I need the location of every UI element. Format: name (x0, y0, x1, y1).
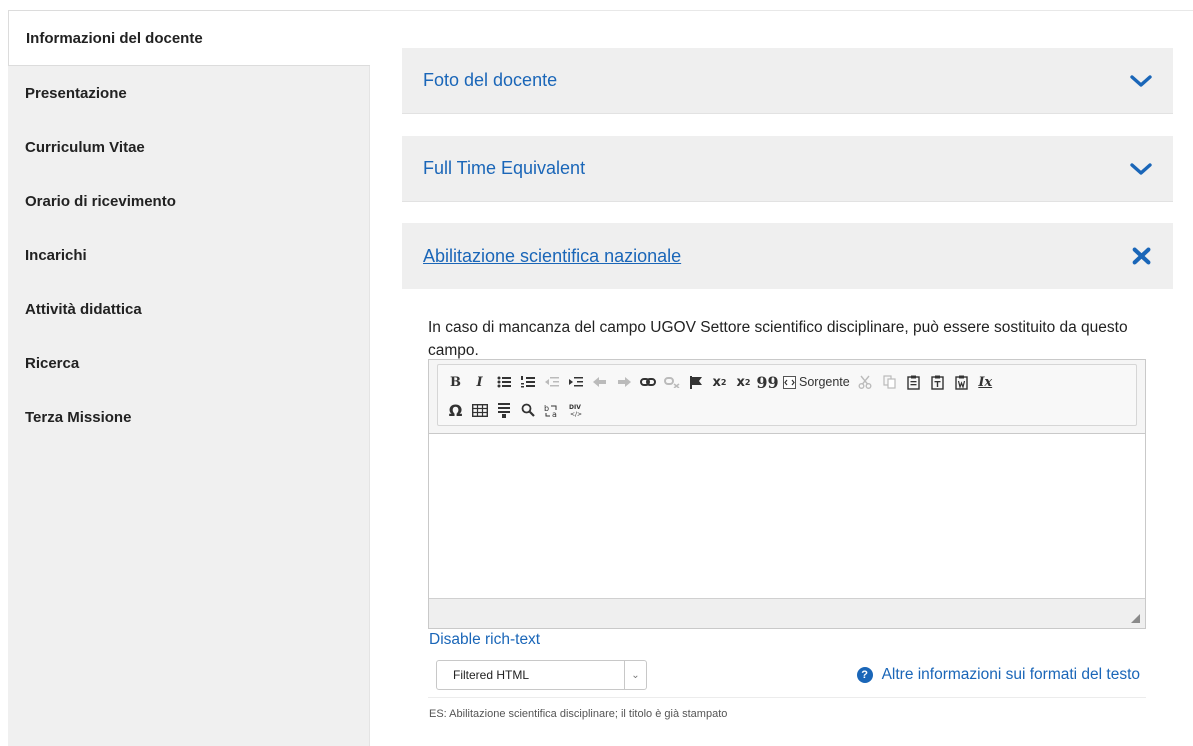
text-format-row: Filtered HTML ⌄ ? Altre informazioni sui… (428, 654, 1146, 698)
remove-format-icon[interactable]: Ix (974, 370, 997, 394)
copy-icon[interactable] (878, 370, 901, 394)
sidebar-item-terza-missione[interactable]: Terza Missione (8, 390, 369, 444)
special-char-omega-icon[interactable]: Ω (444, 398, 467, 422)
div-container-icon[interactable]: DIV </> (564, 398, 587, 422)
redo-icon[interactable] (612, 370, 635, 394)
source-icon (783, 375, 796, 389)
paste-icon[interactable] (902, 370, 925, 394)
panel-foto-docente-header[interactable]: Foto del docente (402, 48, 1173, 114)
replace-icon[interactable]: ba (540, 398, 563, 422)
resize-handle-icon[interactable] (1131, 614, 1140, 623)
paste-text-icon[interactable] (926, 370, 949, 394)
editor-statusbar (429, 598, 1145, 628)
sidebar-item-incarichi[interactable]: Incarichi (8, 228, 369, 282)
italic-button[interactable]: I (468, 370, 491, 394)
remove-format-label: Ix (978, 374, 993, 390)
text-format-selected: Filtered HTML (453, 668, 530, 682)
sidebar-item-ricerca[interactable]: Ricerca (8, 336, 369, 390)
panel-full-time-equivalent-header[interactable]: Full Time Equivalent (402, 136, 1173, 202)
sidebar-item-attivita-didattica[interactable]: Attività didattica (8, 282, 369, 336)
source-button[interactable]: Sorgente (780, 370, 853, 394)
close-icon[interactable] (1131, 246, 1153, 266)
svg-text:b: b (544, 404, 549, 413)
field-help-text: In caso di mancanza del campo UGOV Setto… (428, 319, 1128, 359)
find-search-icon[interactable] (516, 398, 539, 422)
numbered-list-icon[interactable] (516, 370, 539, 394)
chevron-down-icon[interactable] (1129, 161, 1153, 177)
sidebar-item-orario-ricevimento[interactable]: Orario di ricevimento (8, 174, 369, 228)
page-break-icon[interactable] (492, 398, 515, 422)
sidebar-item-curriculum-vitae[interactable]: Curriculum Vitae (8, 120, 369, 174)
disable-rich-text-link[interactable]: Disable rich-text (429, 631, 540, 649)
bold-button[interactable]: B (444, 370, 467, 394)
editor-toolbar: B I x 2 x 2 99 Sorgente Ix Ω b a DIV </> (429, 360, 1145, 434)
chevron-down-icon: ⌄ (624, 661, 646, 689)
sidebar-item-presentazione[interactable]: Presentazione (8, 66, 369, 120)
sidebar: Informazioni del docente Presentazione C… (8, 10, 370, 746)
text-format-select[interactable]: Filtered HTML ⌄ (436, 660, 647, 690)
svg-text:</>: </> (570, 411, 582, 418)
panel-abilitazione-body: In caso di mancanza del campo UGOV Setto… (402, 289, 1173, 746)
indent-icon[interactable] (564, 370, 587, 394)
paste-from-word-icon[interactable] (950, 370, 973, 394)
source-label: Sorgente (799, 375, 850, 389)
panel-title[interactable]: Full Time Equivalent (423, 158, 585, 179)
undo-icon[interactable] (588, 370, 611, 394)
unlink-icon[interactable] (660, 370, 683, 394)
bulleted-list-icon[interactable] (492, 370, 515, 394)
panel-title[interactable]: Foto del docente (423, 70, 557, 91)
panel-abilitazione-header[interactable]: Abilitazione scientifica nazionale (402, 223, 1173, 289)
superscript-icon[interactable]: x2 (708, 370, 731, 394)
format-help-link[interactable]: ? Altre informazioni sui formati del tes… (856, 666, 1140, 684)
outdent-icon[interactable] (540, 370, 563, 394)
question-icon: ? (856, 667, 873, 683)
format-help-label: Altre informazioni sui formati del testo (881, 666, 1140, 683)
editor-content-area[interactable] (429, 434, 1145, 598)
blockquote-icon[interactable]: 99 (756, 370, 779, 394)
subscript-icon[interactable]: x2 (732, 370, 755, 394)
panel-title[interactable]: Abilitazione scientifica nazionale (423, 246, 681, 267)
top-divider (370, 10, 1193, 11)
svg-text:a: a (552, 410, 557, 418)
sidebar-item-informazioni-docente[interactable]: Informazioni del docente (8, 10, 370, 66)
anchor-flag-icon[interactable] (684, 370, 707, 394)
svg-text:DIV: DIV (569, 404, 581, 411)
table-icon[interactable] (468, 398, 491, 422)
link-icon[interactable] (636, 370, 659, 394)
field-description: ES: Abilitazione scientifica disciplinar… (429, 708, 728, 720)
cut-icon[interactable] (854, 370, 877, 394)
rich-text-editor: B I x 2 x 2 99 Sorgente Ix Ω b a DIV </> (428, 359, 1146, 629)
chevron-down-icon[interactable] (1129, 73, 1153, 89)
